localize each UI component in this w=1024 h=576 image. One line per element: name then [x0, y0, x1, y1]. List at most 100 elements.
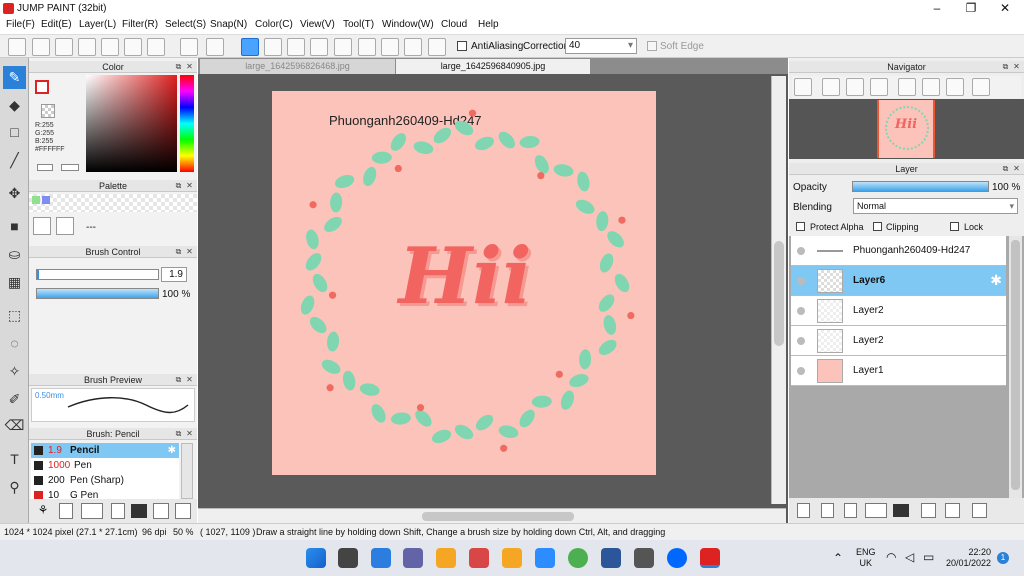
snipping-tool-icon[interactable] [634, 548, 654, 568]
rotate-right-icon[interactable] [946, 78, 964, 96]
app-red-icon[interactable] [469, 548, 489, 568]
text-tool-icon[interactable]: T [3, 448, 26, 471]
protect-alpha-checkbox[interactable] [796, 222, 805, 231]
duplicate-layer-icon[interactable] [921, 503, 936, 518]
vertical-scroll-thumb[interactable] [774, 241, 784, 346]
color-picker-square[interactable] [86, 75, 177, 172]
widgets-icon[interactable] [371, 548, 391, 568]
redo-icon[interactable] [206, 38, 224, 56]
snap-settings-icon[interactable] [428, 38, 446, 56]
secondary-color-swatch[interactable] [41, 104, 55, 118]
folder-icon[interactable] [893, 504, 909, 517]
float-icon[interactable]: ⧉ [174, 375, 183, 384]
battery-icon[interactable]: ▭ [923, 550, 934, 564]
menu-filter[interactable]: Filter(R) [122, 19, 158, 30]
brush-opacity-slider[interactable] [36, 288, 159, 299]
trash-icon[interactable] [972, 503, 987, 518]
tab-document-1[interactable]: large_1642596826468.jpg [200, 59, 395, 74]
jump-paint-taskbar-icon[interactable] [700, 548, 720, 568]
menu-help[interactable]: Help [478, 19, 499, 30]
brush-duplicate-icon[interactable] [153, 503, 169, 519]
notification-badge[interactable]: 1 [997, 552, 1009, 564]
teams-icon[interactable] [403, 548, 423, 568]
float-icon[interactable]: ⧉ [174, 247, 183, 256]
menu-edit[interactable]: Edit(E) [41, 19, 72, 30]
chevron-up-icon[interactable]: ⌃ [833, 551, 843, 565]
close-button[interactable]: ✕ [988, 0, 1022, 17]
snap-radial-icon[interactable] [334, 38, 352, 56]
snap-ellipse-icon[interactable] [404, 38, 422, 56]
undo-icon[interactable] [180, 38, 198, 56]
snap-curve-icon[interactable] [381, 38, 399, 56]
menu-select[interactable]: Select(S) [165, 19, 206, 30]
task-view-icon[interactable] [338, 548, 358, 568]
brush-list-scrollbar[interactable] [181, 443, 193, 499]
lock-checkbox[interactable] [950, 222, 959, 231]
layer-row[interactable]: Layer1 [791, 356, 1006, 386]
brush-item[interactable]: 200 Pen (Sharp) [31, 473, 179, 488]
list-icon[interactable] [124, 38, 142, 56]
brush-item[interactable]: 1000 Pen [31, 458, 179, 473]
eye-icon[interactable] [797, 247, 805, 255]
zoom-fit-icon[interactable] [794, 78, 812, 96]
chrome-icon[interactable] [568, 548, 588, 568]
gradient-tool-icon[interactable]: ▦ [3, 271, 26, 294]
soft-edge-checkbox[interactable] [647, 41, 657, 51]
layer-scroll-thumb[interactable] [1011, 240, 1020, 490]
layer-row[interactable]: Layer6 ✱ [791, 266, 1006, 296]
float-icon[interactable]: ⧉ [1001, 164, 1010, 173]
brush-size-slider[interactable] [36, 269, 159, 280]
snap-parallel-icon[interactable] [264, 38, 282, 56]
magic-wand-tool-icon[interactable]: ✧ [3, 360, 26, 383]
upload-icon[interactable] [32, 38, 50, 56]
folder-icon[interactable] [131, 504, 147, 518]
word-icon[interactable] [601, 548, 621, 568]
palette-delete-icon[interactable] [56, 217, 74, 235]
rotate-reset-icon[interactable] [922, 78, 940, 96]
close-icon[interactable]: ✕ [185, 247, 194, 256]
clipping-checkbox[interactable] [873, 222, 882, 231]
brush-item[interactable]: 10 G Pen [31, 488, 179, 499]
cloud-icon[interactable] [8, 38, 26, 56]
float-icon[interactable]: ⧉ [174, 181, 183, 190]
float-icon[interactable]: ⧉ [1001, 62, 1010, 71]
select-rect-tool-icon[interactable]: ⬚ [3, 304, 26, 327]
clock[interactable]: 22:20 20/01/2022 [945, 547, 991, 569]
tab-document-2[interactable]: large_1642596840905.jpg [396, 59, 590, 74]
layer-opacity-slider[interactable] [852, 181, 989, 192]
move-tool-icon[interactable]: ✥ [3, 182, 26, 205]
brush-tool-icon[interactable]: ✎ [3, 66, 26, 89]
float-icon[interactable]: ⧉ [174, 429, 183, 438]
close-icon[interactable]: ✕ [1012, 164, 1021, 173]
grid-icon[interactable] [147, 38, 165, 56]
menu-color[interactable]: Color(C) [255, 19, 293, 30]
zoom-in-icon[interactable] [822, 78, 840, 96]
select-pen-tool-icon[interactable]: ✐ [3, 388, 26, 411]
float-icon[interactable]: ⧉ [174, 62, 183, 71]
language-indicator[interactable]: ENG UK [856, 547, 876, 569]
brush-item[interactable]: 1.9 Pencil ✱ [31, 443, 179, 458]
actual-size-icon[interactable] [846, 78, 864, 96]
fill-rect-tool-icon[interactable]: ■ [3, 215, 26, 238]
brush-menu-icon[interactable] [81, 503, 103, 519]
snap-grid-icon[interactable] [287, 38, 305, 56]
eye-icon[interactable] [797, 337, 805, 345]
speaker-icon[interactable]: ◁ [905, 550, 914, 564]
palette-swatch-green[interactable] [32, 196, 40, 204]
snap-off-icon[interactable] [241, 38, 259, 56]
menu-view[interactable]: View(V) [300, 19, 335, 30]
navigator-preview[interactable]: Hii [789, 99, 1024, 159]
antialias-checkbox[interactable] [457, 41, 467, 51]
brush-copy-icon[interactable] [111, 503, 125, 519]
menu-file[interactable]: File(F) [6, 19, 35, 30]
menu-layer[interactable]: Layer(L) [79, 19, 116, 30]
bucket-tool-icon[interactable]: ⛀ [3, 243, 26, 266]
menu-cloud[interactable]: Cloud [441, 19, 467, 30]
layer-row[interactable]: Layer2 [791, 326, 1006, 356]
palette-new-icon[interactable] [33, 217, 51, 235]
document-icon[interactable] [101, 38, 119, 56]
hue-slider[interactable] [180, 75, 194, 172]
new-1bit-layer-icon[interactable] [844, 503, 857, 518]
blending-select[interactable]: Normal ▾ [853, 198, 1018, 214]
vertical-scrollbar[interactable] [771, 76, 786, 504]
